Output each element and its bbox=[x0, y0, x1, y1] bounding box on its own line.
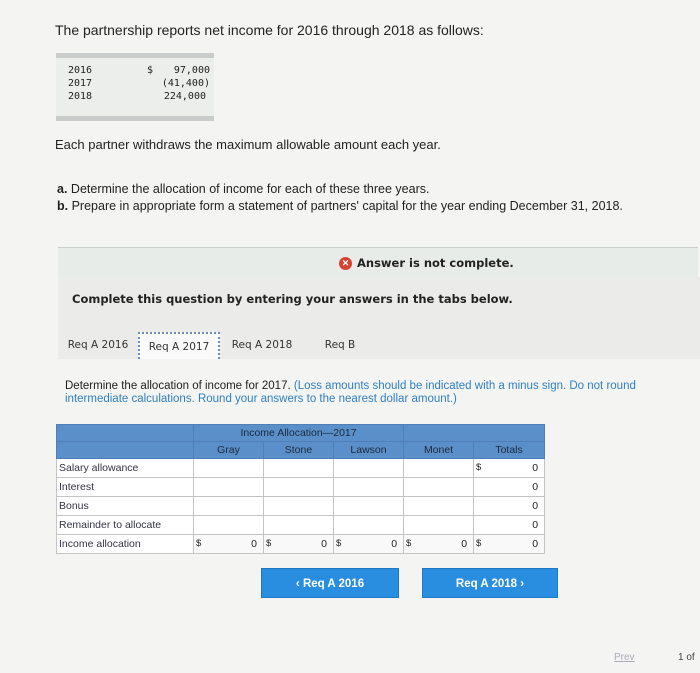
complete-prompt: Complete this question by entering your … bbox=[72, 292, 513, 306]
table-row: Bonus 0 bbox=[56, 496, 546, 516]
input-cell[interactable] bbox=[263, 496, 334, 516]
tab-req-a-2017[interactable]: Req A 2017 bbox=[138, 332, 220, 359]
withdraw-text: Each partner withdraws the maximum allow… bbox=[55, 137, 441, 152]
row-label: Remainder to allocate bbox=[56, 515, 194, 535]
tab-bar: Req A 2016 Req A 2017 Req A 2018 Req B bbox=[58, 332, 700, 359]
total-value: 0 bbox=[532, 481, 539, 493]
input-cell[interactable] bbox=[403, 458, 475, 478]
total-value: 0 bbox=[532, 519, 539, 531]
tab-req-a-2018[interactable]: Req A 2018 bbox=[222, 332, 302, 359]
income-year: 2018 bbox=[68, 91, 93, 102]
dollar-sign: $ bbox=[476, 462, 482, 473]
intro-text: The partnership reports net income for 2… bbox=[55, 22, 484, 38]
total-cell: 0 bbox=[473, 515, 546, 535]
row-label: Interest bbox=[56, 477, 194, 497]
total-value: 0 bbox=[532, 462, 539, 474]
table-row: Income allocation $0 $0 $0 $0 $0 bbox=[56, 534, 546, 554]
total-allocation: $0 bbox=[473, 534, 546, 554]
col-monet: Monet bbox=[403, 441, 475, 459]
input-cell[interactable] bbox=[332, 458, 405, 478]
input-cell[interactable] bbox=[403, 477, 475, 497]
tab-req-b[interactable]: Req B bbox=[310, 332, 370, 359]
chevron-left-icon: ‹ bbox=[295, 578, 300, 590]
task-a: a. Determine the allocation of income fo… bbox=[57, 182, 429, 196]
table-title: Income Allocation—2017 bbox=[192, 424, 405, 442]
feedback-text: Answer is not complete. bbox=[357, 256, 514, 270]
task-b-text: Prepare in appropriate form a statement … bbox=[71, 199, 623, 213]
input-cell[interactable] bbox=[193, 477, 264, 497]
income-amount: 224,000 bbox=[163, 91, 206, 102]
income-row: 2016 $ 97,000 bbox=[56, 64, 214, 77]
total-cell: $0 bbox=[473, 458, 546, 478]
prev-req-label: Req A 2016 bbox=[302, 578, 365, 590]
total-cell: 0 bbox=[473, 477, 546, 497]
lawson-allocation: $0 bbox=[332, 534, 405, 554]
row-label: Income allocation bbox=[56, 534, 194, 554]
tab-req-a-2016[interactable]: Req A 2016 bbox=[58, 332, 138, 359]
col-gray: Gray bbox=[193, 441, 264, 459]
stone-allocation: $0 bbox=[263, 534, 334, 554]
net-income-box: 2016 $ 97,000 2017 (41,400) 2018 224,000 bbox=[56, 53, 214, 121]
income-amount: 97,000 bbox=[173, 65, 210, 76]
income-allocation-table: Income Allocation—2017 Gray Stone Lawson… bbox=[56, 424, 546, 554]
income-year: 2016 bbox=[68, 65, 93, 76]
gray-allocation: $0 bbox=[193, 534, 264, 554]
question-panel: Complete this question by entering your … bbox=[58, 277, 700, 359]
question-text: Determine the allocation of income for 2… bbox=[65, 380, 700, 406]
total-cell: 0 bbox=[473, 496, 546, 516]
table-row: Interest 0 bbox=[56, 477, 546, 497]
income-year: 2017 bbox=[68, 78, 93, 89]
income-dollar: $ bbox=[147, 65, 154, 76]
input-cell[interactable] bbox=[263, 458, 334, 478]
table-title-row: Income Allocation—2017 bbox=[56, 424, 546, 442]
x-icon: ✕ bbox=[339, 257, 352, 270]
task-b: b. Prepare in appropriate form a stateme… bbox=[57, 199, 623, 213]
col-stone: Stone bbox=[263, 441, 334, 459]
table-header-row: Gray Stone Lawson Monet Totals bbox=[56, 441, 546, 459]
footer-prev-link[interactable]: Prev bbox=[614, 652, 635, 663]
col-totals: Totals bbox=[473, 441, 546, 459]
next-req-label: Req A 2018 bbox=[455, 578, 518, 590]
input-cell[interactable] bbox=[193, 496, 264, 516]
input-cell[interactable] bbox=[332, 515, 405, 535]
table-row: Salary allowance $0 bbox=[56, 458, 546, 478]
input-cell[interactable] bbox=[332, 477, 405, 497]
task-a-text: Determine the allocation of income for e… bbox=[70, 182, 430, 196]
income-amount: (41,400) bbox=[161, 78, 210, 89]
prev-req-button[interactable]: ‹ Req A 2016 bbox=[261, 568, 399, 598]
chevron-right-icon: › bbox=[520, 578, 525, 590]
row-label: Bonus bbox=[56, 496, 194, 516]
task-a-marker: a. bbox=[57, 182, 68, 196]
next-req-button[interactable]: Req A 2018 › bbox=[422, 568, 558, 598]
input-cell[interactable] bbox=[403, 496, 475, 516]
page-indicator: 1 of bbox=[678, 652, 695, 663]
input-cell[interactable] bbox=[332, 496, 405, 516]
input-cell[interactable] bbox=[403, 515, 475, 535]
income-row: 2017 (41,400) bbox=[56, 77, 214, 90]
task-b-marker: b. bbox=[57, 199, 69, 213]
monet-allocation: $0 bbox=[403, 534, 475, 554]
input-cell[interactable] bbox=[193, 515, 264, 535]
col-lawson: Lawson bbox=[332, 441, 405, 459]
total-value: 0 bbox=[532, 500, 539, 512]
input-cell[interactable] bbox=[263, 477, 334, 497]
feedback-bar: ✕ Answer is not complete. bbox=[58, 247, 698, 279]
income-row: 2018 224,000 bbox=[56, 90, 214, 103]
question-main: Determine the allocation of income for 2… bbox=[65, 380, 291, 392]
table-row: Remainder to allocate 0 bbox=[56, 515, 546, 535]
input-cell[interactable] bbox=[193, 458, 264, 478]
input-cell[interactable] bbox=[263, 515, 334, 535]
row-label: Salary allowance bbox=[56, 458, 194, 478]
